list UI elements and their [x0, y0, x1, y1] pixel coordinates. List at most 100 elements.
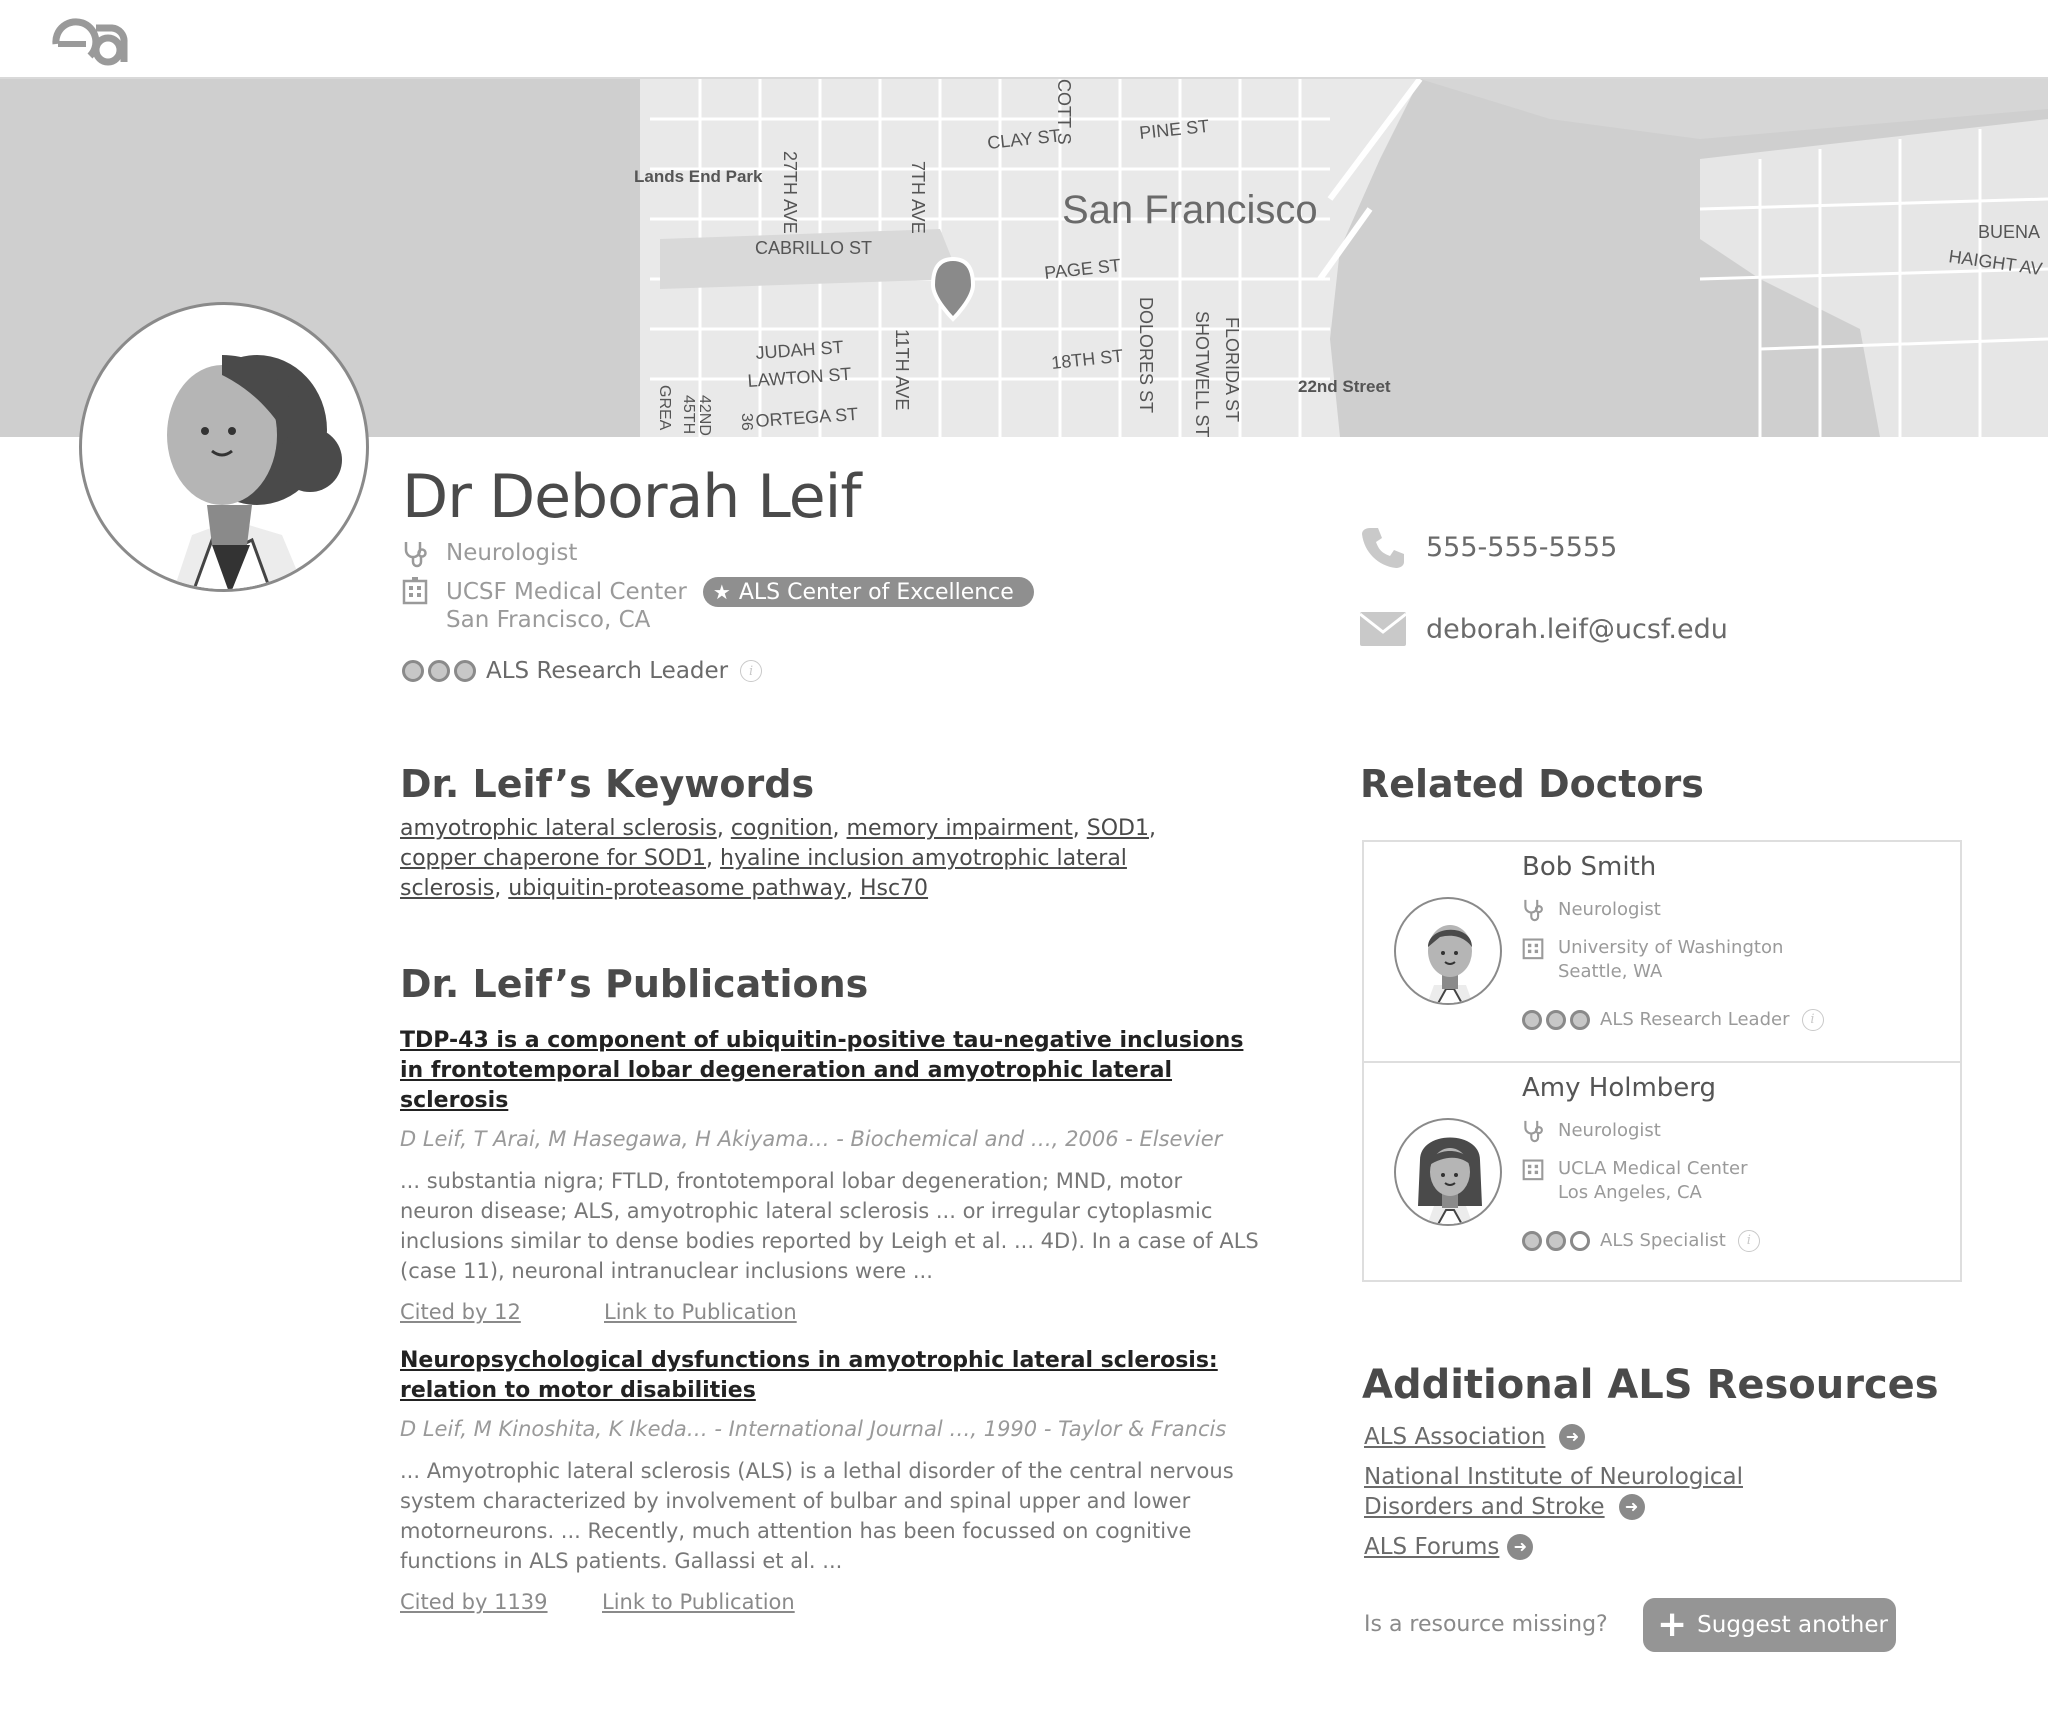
- doctor-avatar: [1394, 897, 1502, 1005]
- publication-authors: D Leif, T Arai, M Hasegawa, H Akiyama… -…: [400, 1127, 1223, 1151]
- publication-title-link[interactable]: TDP-43 is a component of ubiquitin-posit…: [400, 1026, 1260, 1116]
- svg-text:DOLORES ST: DOLORES ST: [1136, 297, 1156, 413]
- resource-item: National Institute of Neurological Disor…: [1364, 1462, 1743, 1522]
- svg-text:GREA: GREA: [656, 385, 673, 431]
- related-doctor-item[interactable]: Bob Smith Neurologist University of Wash…: [1364, 842, 1960, 1061]
- resource-link-als-forums[interactable]: ALS Forums: [1364, 1532, 1499, 1562]
- keyword-link[interactable]: copper chaperone for SOD1: [400, 846, 706, 871]
- resource-link-ninds[interactable]: National Institute of Neurological: [1364, 1462, 1743, 1492]
- phone-contact[interactable]: 555-555-5555: [1360, 524, 1617, 570]
- svg-text:36: 36: [738, 413, 755, 431]
- email-address[interactable]: deborah.leif@ucsf.edu: [1426, 614, 1728, 645]
- arrow-right-icon[interactable]: ➜: [1618, 1494, 1645, 1520]
- publication-links: Cited by 12 Link to Publication: [400, 1300, 1260, 1324]
- related-doctor-name[interactable]: Bob Smith: [1522, 852, 1656, 882]
- arrow-right-icon[interactable]: ➜: [1559, 1424, 1586, 1450]
- rank-dot: [1522, 1231, 1542, 1251]
- resource-link-als-association[interactable]: ALS Association: [1364, 1422, 1545, 1452]
- svg-text:FLORIDA ST: FLORIDA ST: [1222, 317, 1242, 422]
- rank-dot: [428, 660, 450, 682]
- specialty-label: Neurologist: [1558, 899, 1661, 920]
- info-icon[interactable]: i: [740, 660, 763, 682]
- badge-label: ALS Center of Excellence: [738, 579, 1014, 605]
- rank-dot: [1546, 1231, 1566, 1251]
- svg-text:22nd Street: 22nd Street: [1298, 377, 1391, 396]
- arrow-right-icon[interactable]: ➜: [1507, 1534, 1534, 1560]
- rank-dot: [1570, 1231, 1590, 1251]
- svg-text:CABRILLO ST: CABRILLO ST: [755, 238, 872, 258]
- ea-logo-icon[interactable]: [52, 18, 128, 66]
- related-doctors-heading: Related Doctors: [1360, 762, 1704, 806]
- svg-text:SHOTWELL ST: SHOTWELL ST: [1192, 311, 1212, 437]
- svg-text:11TH AVE: 11TH AVE: [892, 329, 912, 410]
- rank-dots: [1522, 1010, 1590, 1030]
- keywords-heading: Dr. Leif’s Keywords: [400, 762, 815, 806]
- publication-title-link[interactable]: Neuropsychological dysfunctions in amyot…: [400, 1346, 1260, 1406]
- rank-row: ALS Research Leader i: [1522, 1008, 1824, 1032]
- svg-text:BUENA: BUENA: [1978, 222, 2040, 242]
- rank-row: ALS Specialist i: [1522, 1229, 1760, 1253]
- info-icon[interactable]: i: [1801, 1009, 1824, 1031]
- location-label: San Francisco, CA: [446, 607, 651, 633]
- rank-label: ALS Specialist: [1600, 1230, 1726, 1251]
- doctor-name: Dr Deborah Leif: [402, 462, 861, 532]
- svg-text:7TH AVE: 7TH AVE: [908, 161, 928, 234]
- stethoscope-icon: [1524, 1120, 1543, 1143]
- stethoscope-icon: [1524, 899, 1543, 922]
- email-contact[interactable]: deborah.leif@ucsf.edu: [1360, 606, 1728, 652]
- keyword-link[interactable]: memory impairment: [847, 816, 1073, 841]
- suggest-another-button[interactable]: + Suggest another: [1643, 1598, 1896, 1652]
- institution-row: UCLA Medical Center Los Angeles, CA: [1522, 1157, 1747, 1205]
- specialty-row: Neurologist: [1522, 1119, 1661, 1143]
- specialty-row: Neurologist: [1522, 898, 1661, 922]
- location-label: Los Angeles, CA: [1558, 1182, 1702, 1203]
- institution-label: UCSF Medical Center: [446, 578, 687, 605]
- phone-number[interactable]: 555-555-5555: [1426, 532, 1617, 563]
- plus-icon: +: [1657, 1604, 1688, 1645]
- cited-by-link[interactable]: Cited by 12: [400, 1300, 604, 1324]
- hospital-building-icon: [1522, 1159, 1544, 1181]
- map-city-label: San Francisco: [1062, 188, 1318, 232]
- profile-avatar: [79, 302, 369, 592]
- star-icon: ★: [712, 579, 731, 604]
- resource-link-ninds[interactable]: Disorders and Stroke: [1364, 1492, 1605, 1522]
- rank-row: ALS Research Leader i: [402, 658, 763, 684]
- link-to-publication[interactable]: Link to Publication: [602, 1590, 795, 1614]
- hospital-building-icon: [1522, 938, 1544, 960]
- info-icon[interactable]: i: [1737, 1230, 1760, 1252]
- institution-row: University of Washington Seattle, WA: [1522, 936, 1783, 984]
- svg-text:COTT S: COTT S: [1054, 79, 1074, 145]
- stethoscope-icon: [404, 542, 427, 568]
- keyword-link[interactable]: amyotrophic lateral sclerosis: [400, 816, 717, 841]
- missing-resource-prompt: Is a resource missing?: [1364, 1612, 1608, 1637]
- svg-text:42ND: 42ND: [696, 395, 713, 436]
- keyword-link[interactable]: SOD1: [1087, 816, 1149, 841]
- publication-links: Cited by 1139 Link to Publication: [400, 1590, 1260, 1614]
- keywords-list: amyotrophic lateral sclerosis, cognition…: [400, 816, 1156, 901]
- related-doctor-name[interactable]: Amy Holmberg: [1522, 1073, 1716, 1103]
- specialty-row: Neurologist: [402, 540, 577, 568]
- top-bar: [0, 0, 2048, 79]
- publication-item: TDP-43 is a component of ubiquitin-posit…: [400, 1026, 1260, 1324]
- rank-dot: [402, 660, 424, 682]
- rank-dot: [1570, 1010, 1590, 1030]
- publication-snippet: ... Amyotrophic lateral sclerosis (ALS) …: [400, 1459, 1234, 1573]
- keyword-link[interactable]: Hsc70: [860, 876, 928, 901]
- link-to-publication[interactable]: Link to Publication: [604, 1300, 797, 1324]
- institution-label: University of Washington: [1558, 937, 1784, 958]
- cited-by-link[interactable]: Cited by 1139: [400, 1590, 602, 1614]
- doctor-avatar: [1394, 1118, 1502, 1226]
- envelope-icon: [1360, 612, 1406, 646]
- related-doctor-item[interactable]: Amy Holmberg Neurologist UCLA Medical Ce…: [1364, 1061, 1960, 1280]
- suggest-button-label: Suggest another: [1697, 1612, 1888, 1638]
- keyword-link[interactable]: cognition: [731, 816, 833, 841]
- svg-text:27TH AVE: 27TH AVE: [780, 151, 800, 234]
- related-doctors-card: Bob Smith Neurologist University of Wash…: [1362, 840, 1962, 1282]
- specialty-label: Neurologist: [446, 540, 578, 566]
- map-label: Lands End Park: [634, 167, 763, 186]
- rank-dot: [454, 660, 476, 682]
- resource-item: ALS Forums ➜: [1364, 1532, 1534, 1562]
- keyword-link[interactable]: ubiquitin-proteasome pathway: [508, 876, 846, 901]
- specialty-label: Neurologist: [1558, 1120, 1661, 1141]
- hospital-building-icon: [402, 577, 428, 605]
